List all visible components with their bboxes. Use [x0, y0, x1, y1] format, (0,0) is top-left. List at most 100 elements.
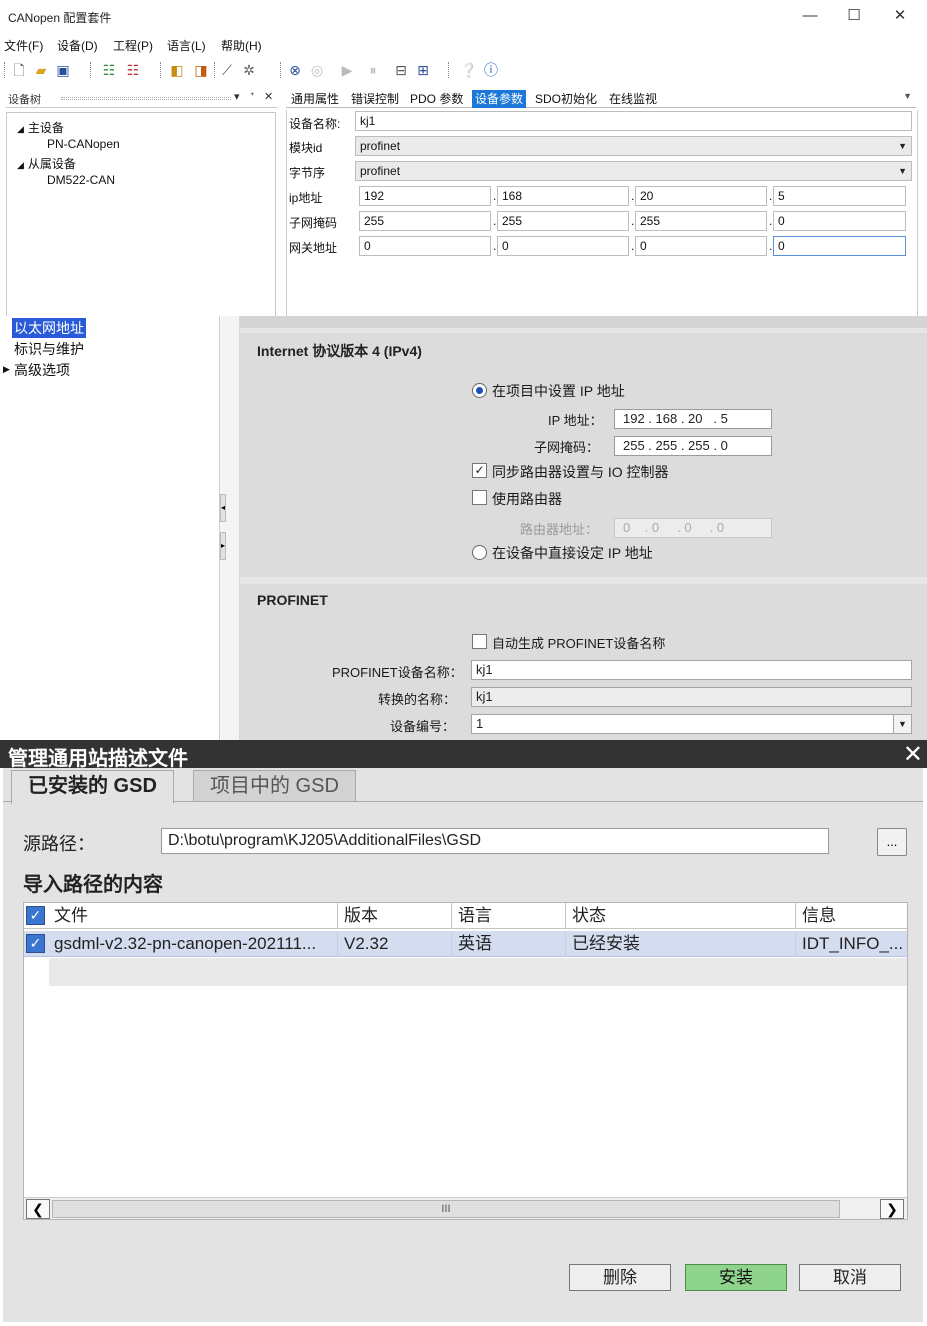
- disconnect-icon[interactable]: ◎: [308, 61, 326, 79]
- menu-file[interactable]: 文件(F): [4, 37, 43, 54]
- expand-arrow-icon[interactable]: ▶: [3, 364, 10, 375]
- tab-general[interactable]: 通用属性: [288, 90, 342, 108]
- set-directly-radio[interactable]: [472, 545, 487, 560]
- install-button[interactable]: 安装: [685, 1264, 787, 1291]
- row-checkbox[interactable]: ✓: [26, 934, 45, 953]
- stop-icon[interactable]: ⏸: [364, 61, 382, 79]
- ip-octet-2[interactable]: 168: [497, 186, 629, 206]
- nav-advanced[interactable]: 高级选项: [14, 360, 70, 380]
- collapse-right-icon[interactable]: ▸: [220, 532, 226, 560]
- gateway-octet-1[interactable]: 0: [359, 236, 491, 256]
- col-status[interactable]: 状态: [566, 903, 796, 929]
- connect-icon[interactable]: ⊗: [286, 61, 304, 79]
- save-icon[interactable]: ▣: [54, 61, 72, 79]
- import-icon[interactable]: ◧: [168, 61, 186, 79]
- dropdown-arrow-icon[interactable]: ▼: [893, 715, 911, 733]
- add-device-icon[interactable]: ☷: [100, 61, 118, 79]
- scroll-thumb[interactable]: III: [52, 1200, 840, 1218]
- close-panel-icon[interactable]: ✕: [264, 90, 273, 103]
- maximize-button[interactable]: ☐: [834, 4, 874, 28]
- col-language[interactable]: 语言: [452, 903, 566, 929]
- open-folder-icon[interactable]: ▰: [32, 61, 50, 79]
- auto-name-checkbox[interactable]: [472, 634, 487, 649]
- ip-label: ip地址: [289, 191, 323, 205]
- scroll-left-icon[interactable]: ❮: [26, 1199, 50, 1219]
- cancel-button[interactable]: 取消: [799, 1264, 901, 1291]
- dropdown-arrow-icon[interactable]: ▼: [898, 162, 907, 180]
- tab-error-control[interactable]: 错误控制: [348, 90, 402, 108]
- remove-device-icon[interactable]: ☷: [124, 61, 142, 79]
- tab-sdo-init[interactable]: SDO初始化: [532, 90, 600, 108]
- expand-icon[interactable]: ◢: [17, 160, 24, 170]
- subnet-octet-3[interactable]: 255: [635, 211, 767, 231]
- byte-order-select[interactable]: profinet ▼: [355, 161, 912, 181]
- sync-router-checkbox[interactable]: ✓: [472, 463, 487, 478]
- gateway-octet-4[interactable]: 0: [773, 236, 906, 256]
- tree-node-slave-group[interactable]: ◢ 从属设备: [17, 155, 76, 172]
- select-all-checkbox[interactable]: ✓: [26, 906, 45, 925]
- subnet-mask-field[interactable]: 255 . 255 . 255 . 0: [614, 436, 772, 456]
- wand-icon[interactable]: ⟋: [218, 61, 236, 79]
- tree-node-master-group[interactable]: ◢ 主设备: [17, 119, 64, 136]
- ip-address-field[interactable]: 192 . 168 . 20 . 5: [614, 409, 772, 429]
- tab-device-params[interactable]: 设备参数: [472, 90, 527, 108]
- tab-project-gsd[interactable]: 项目中的 GSD: [193, 770, 356, 802]
- export-icon[interactable]: ◨: [192, 61, 210, 79]
- router-address-field[interactable]: 0 . 0 . 0 . 0: [614, 518, 772, 538]
- info-icon[interactable]: ⓘ: [482, 61, 500, 79]
- gateway-octet-2[interactable]: 0: [497, 236, 629, 256]
- device-name-field[interactable]: kj1: [355, 111, 912, 131]
- settings-icon[interactable]: ✲: [240, 61, 258, 79]
- new-file-icon[interactable]: 🗋: [10, 61, 28, 79]
- menu-project[interactable]: 工程(P): [113, 37, 153, 54]
- delete-button[interactable]: 删除: [569, 1264, 671, 1291]
- gateway-octet-3[interactable]: 0: [635, 236, 767, 256]
- use-router-checkbox[interactable]: [472, 490, 487, 505]
- subnet-octet-1[interactable]: 255: [359, 211, 491, 231]
- pin-icon[interactable]: ᐩ: [250, 90, 254, 103]
- start-icon[interactable]: ▶: [338, 61, 356, 79]
- dropdown-arrow-icon[interactable]: ▼: [898, 137, 907, 155]
- ip-octet-1[interactable]: 192: [359, 186, 491, 206]
- scroll-right-icon[interactable]: ❯: [880, 1199, 904, 1219]
- subnet-octet-2[interactable]: 255: [497, 211, 629, 231]
- nav-ethernet-address[interactable]: 以太网地址: [12, 318, 86, 338]
- col-version[interactable]: 版本: [338, 903, 452, 929]
- col-info[interactable]: 信息: [796, 903, 907, 929]
- expand-icon[interactable]: ◢: [17, 124, 24, 134]
- horizontal-scrollbar[interactable]: ❮ III ❯: [24, 1197, 907, 1219]
- module-id-label: 模块id: [289, 141, 323, 155]
- tree-node-slave[interactable]: DM522-CAN: [47, 173, 115, 187]
- tab-online-monitor[interactable]: 在线监视: [606, 90, 660, 108]
- nav-identification[interactable]: 标识与维护: [14, 339, 84, 359]
- menu-language[interactable]: 语言(L): [167, 37, 206, 54]
- tab-installed-gsd[interactable]: 已安装的 GSD: [11, 770, 174, 804]
- menu-help[interactable]: 帮助(H): [221, 37, 262, 54]
- close-button[interactable]: ✕: [880, 4, 920, 28]
- minimize-button[interactable]: —: [790, 4, 830, 28]
- tree-node-master[interactable]: PN-CANopen: [47, 137, 120, 151]
- collapse-left-icon[interactable]: ◂: [220, 494, 226, 522]
- top-strip: [240, 316, 927, 328]
- device-number-select[interactable]: 1 ▼: [471, 714, 912, 734]
- subnet-octet-4[interactable]: 0: [773, 211, 906, 231]
- profinet-name-field[interactable]: kj1: [471, 660, 912, 680]
- tab-overflow-icon[interactable]: ▼: [903, 91, 912, 101]
- tab-pdo[interactable]: PDO 参数: [407, 90, 466, 108]
- help-index-icon[interactable]: ❔: [460, 61, 478, 79]
- source-path-field[interactable]: D:\botu\program\KJ205\AdditionalFiles\GS…: [161, 828, 829, 854]
- module-id-select[interactable]: profinet ▼: [355, 136, 912, 156]
- browse-button[interactable]: ...: [877, 828, 907, 856]
- table-row[interactable]: ✓ gsdml-v2.32-pn-canopen-202111... V2.32…: [24, 931, 907, 957]
- set-in-project-radio[interactable]: [472, 383, 487, 398]
- close-icon[interactable]: ✕: [903, 740, 923, 769]
- menu-device[interactable]: 设备(D): [57, 37, 98, 54]
- panel-menu-icon[interactable]: ▾: [234, 90, 240, 103]
- compile-icon[interactable]: ⊞: [414, 61, 432, 79]
- download-icon[interactable]: ⊟: [392, 61, 410, 79]
- panel-splitter[interactable]: ◂ ▸: [220, 316, 240, 740]
- ip-octet-3[interactable]: 20: [635, 186, 767, 206]
- ip-octet-4[interactable]: 5: [773, 186, 906, 206]
- col-file[interactable]: 文件: [48, 903, 338, 929]
- panel-grip[interactable]: [61, 97, 231, 100]
